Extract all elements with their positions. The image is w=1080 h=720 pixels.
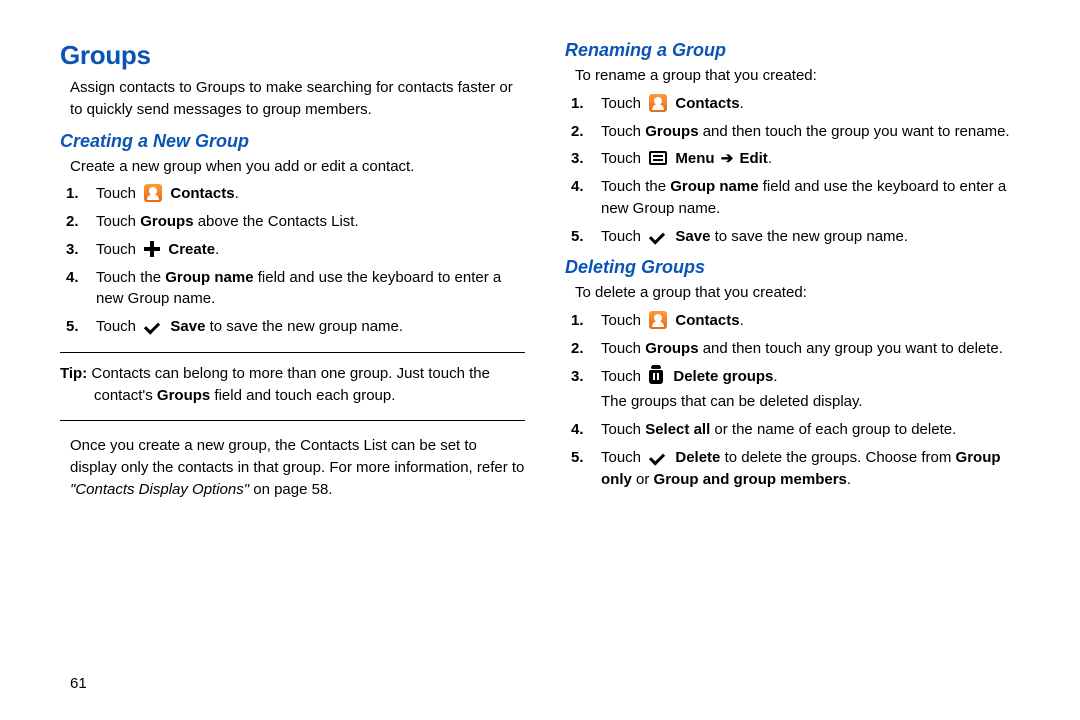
intro-text: Assign contacts to Groups to make search… — [70, 77, 525, 121]
step-5: 5. Touch Save to save the new group name… — [601, 226, 1030, 248]
check-icon — [144, 319, 162, 333]
step-3: 3. Touch Create. — [96, 239, 525, 261]
step-1: 1. Touch Contacts. — [96, 183, 525, 205]
manual-page: Groups Assign contacts to Groups to make… — [0, 0, 1080, 720]
step-3: 3. Touch Menu ➔ Edit. — [601, 148, 1030, 170]
check-icon — [649, 450, 667, 464]
heading-renaming: Renaming a Group — [565, 40, 1030, 61]
creating-lead: Create a new group when you add or edit … — [70, 156, 525, 178]
step-4: 4. Touch the Group name field and use th… — [96, 267, 525, 311]
heading-creating: Creating a New Group — [60, 131, 525, 152]
contacts-icon — [649, 311, 667, 329]
check-icon — [649, 229, 667, 243]
plus-icon — [144, 241, 160, 257]
deleting-lead: To delete a group that you created: — [575, 282, 1030, 304]
step-5: 5. Touch Save to save the new group name… — [96, 316, 525, 338]
step-3: 3. Touch Delete groups. The groups that … — [601, 366, 1030, 414]
contacts-icon — [144, 184, 162, 202]
step-1: 1. Touch Contacts. — [601, 93, 1030, 115]
after-tip: Once you create a new group, the Contact… — [70, 435, 525, 500]
page-title: Groups — [60, 40, 525, 71]
renaming-steps: 1. Touch Contacts. 2. Touch Groups and t… — [565, 93, 1030, 248]
contacts-icon — [649, 94, 667, 112]
tip-box: Tip: Contacts can belong to more than on… — [60, 352, 525, 422]
deleting-steps: 1. Touch Contacts. 2. Touch Groups and t… — [565, 310, 1030, 490]
menu-icon — [649, 151, 667, 165]
creating-steps: 1. Touch Contacts. 2. Touch Groups above… — [60, 183, 525, 338]
step-4: 4. Touch Select all or the name of each … — [601, 419, 1030, 441]
right-column: Renaming a Group To rename a group that … — [565, 40, 1030, 700]
heading-deleting: Deleting Groups — [565, 257, 1030, 278]
step-2: 2. Touch Groups above the Contacts List. — [96, 211, 525, 233]
trash-icon — [649, 368, 663, 384]
step-2: 2. Touch Groups and then touch any group… — [601, 338, 1030, 360]
step-4: 4. Touch the Group name field and use th… — [601, 176, 1030, 220]
renaming-lead: To rename a group that you created: — [575, 65, 1030, 87]
page-number: 61 — [70, 675, 87, 692]
arrow-icon: ➔ — [721, 148, 734, 170]
step-2: 2. Touch Groups and then touch the group… — [601, 121, 1030, 143]
step-1: 1. Touch Contacts. — [601, 310, 1030, 332]
step-5: 5. Touch Delete to delete the groups. Ch… — [601, 447, 1030, 491]
left-column: Groups Assign contacts to Groups to make… — [60, 40, 525, 700]
